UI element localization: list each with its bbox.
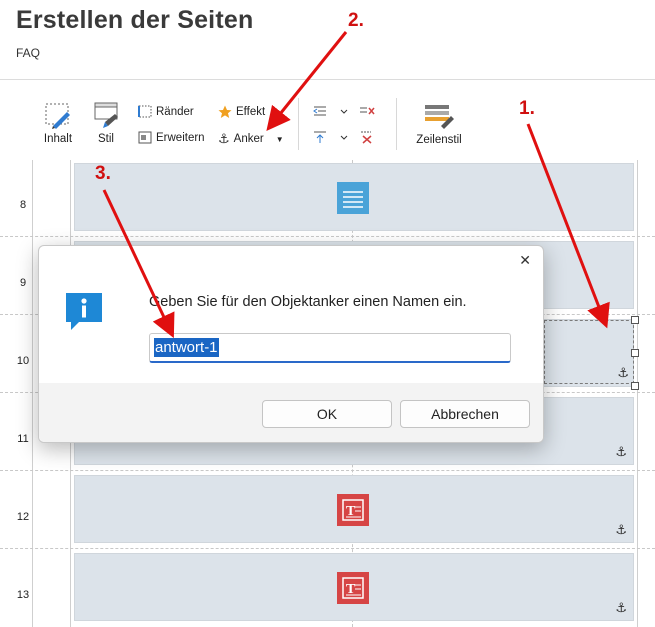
arrow-2 (266, 31, 348, 132)
annotation-label-3: 3. (95, 163, 111, 184)
annotation-label-2: 2. (348, 10, 364, 31)
arrow-1 (526, 123, 610, 329)
annotation-label-1: 1. (519, 98, 535, 119)
annotation-arrows (102, 31, 610, 339)
arrow-3 (102, 189, 175, 339)
